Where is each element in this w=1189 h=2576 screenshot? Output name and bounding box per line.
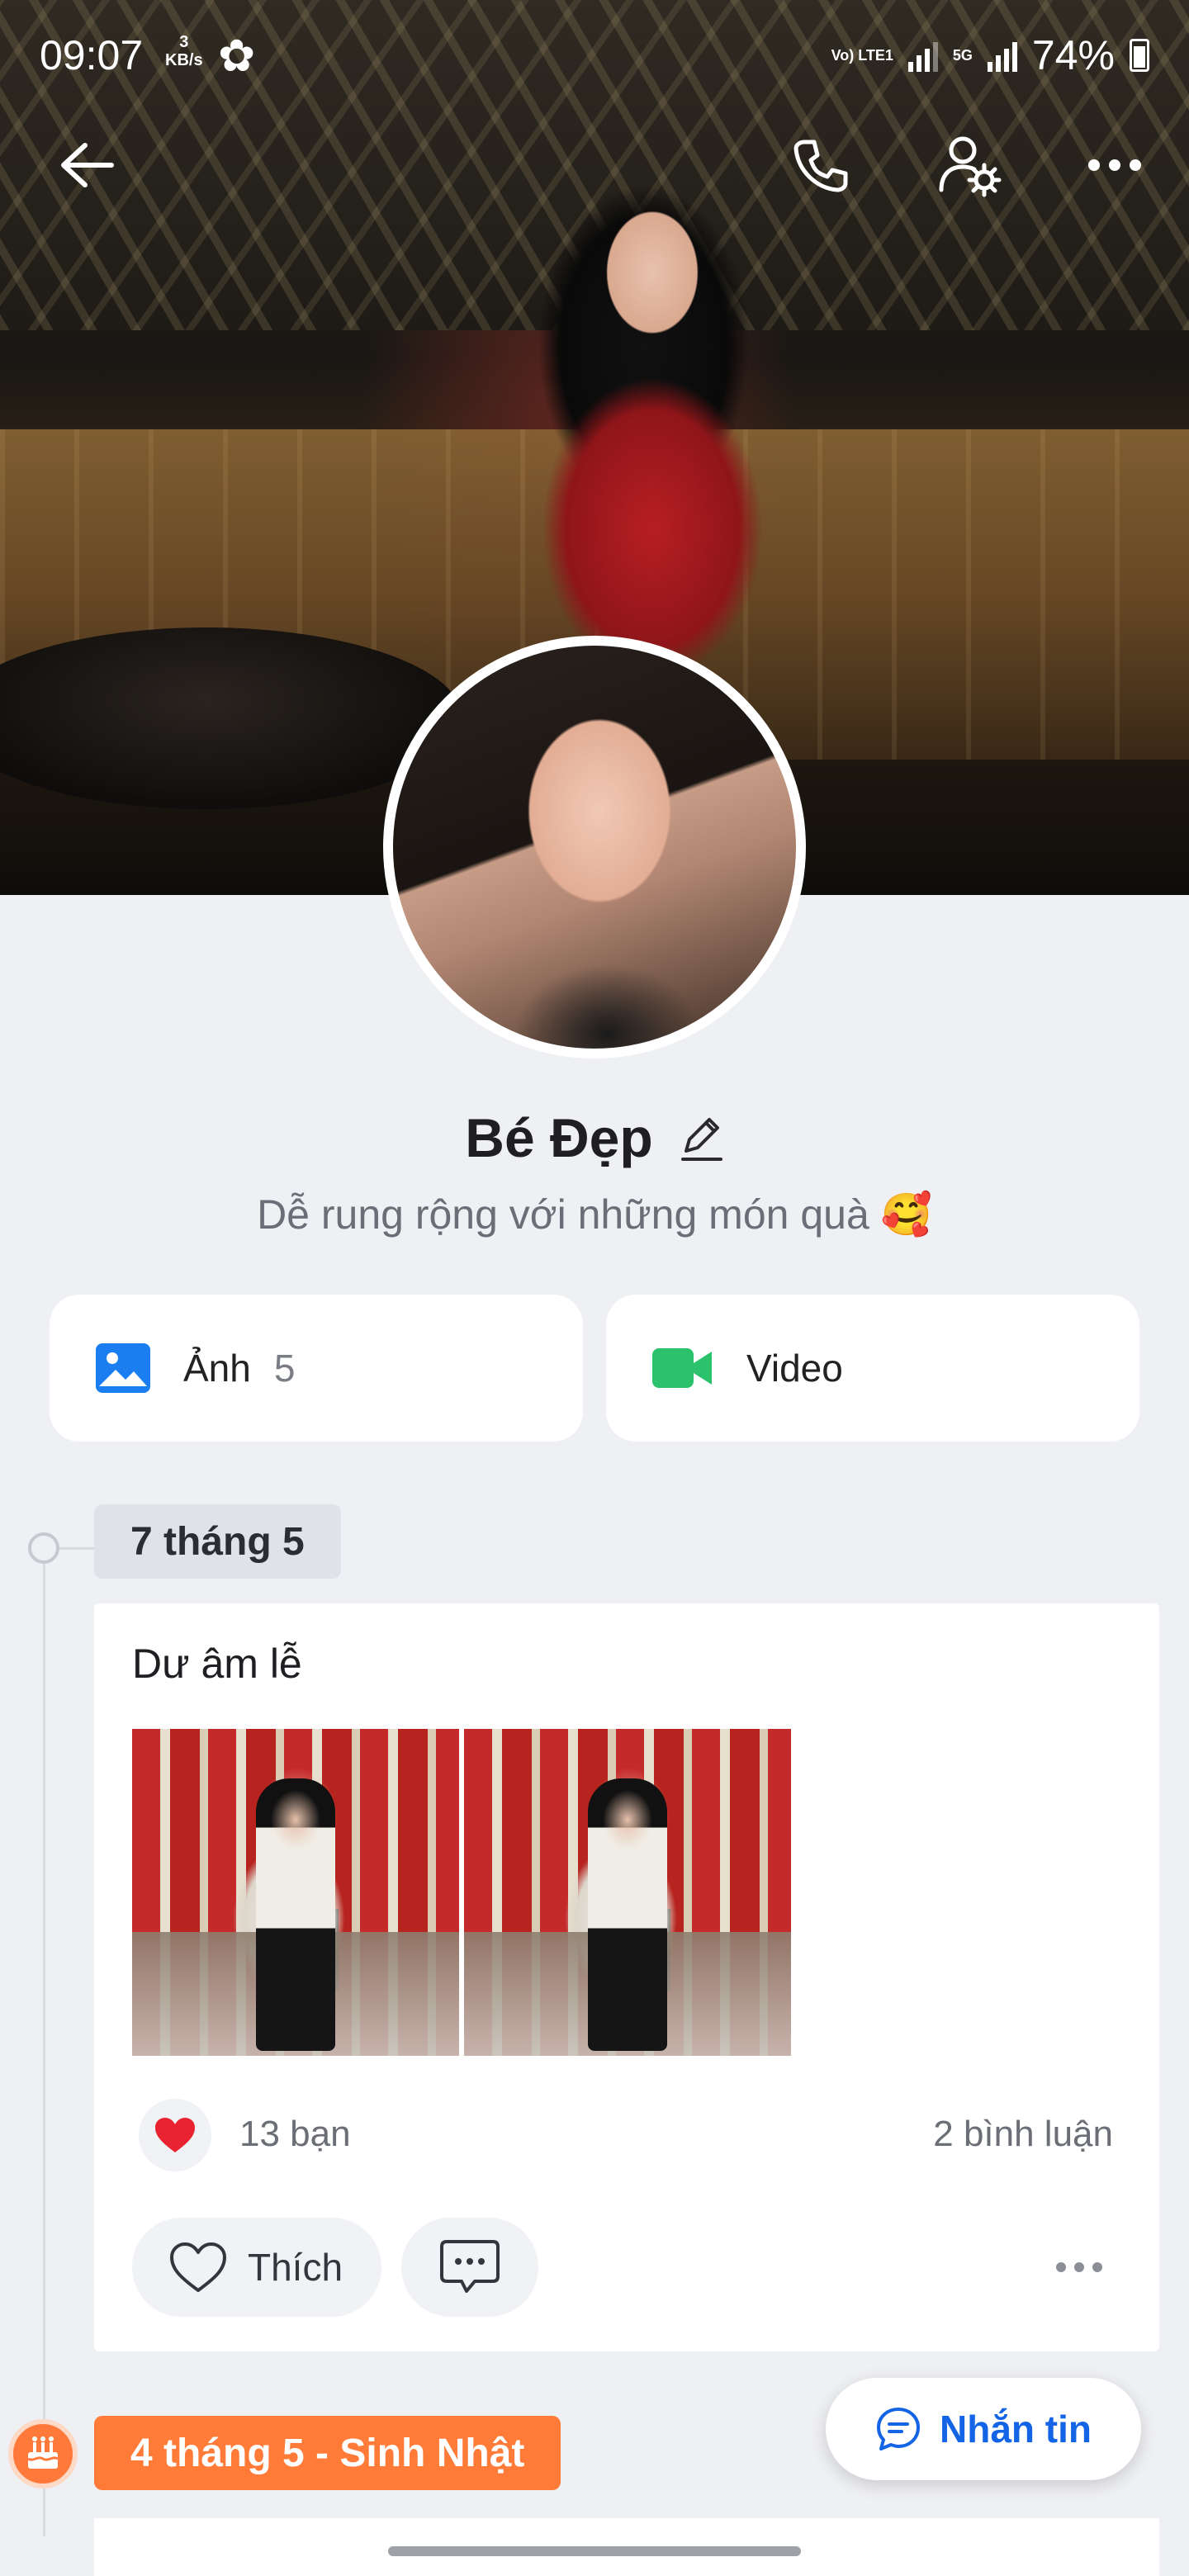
photos-count: 5 bbox=[273, 1347, 296, 1390]
battery-icon bbox=[1130, 39, 1149, 72]
heart-filled-icon bbox=[155, 2118, 195, 2152]
post-image-1[interactable] bbox=[132, 1729, 459, 2056]
net-speed: 3 KB/s bbox=[165, 33, 203, 69]
like-label: Thích bbox=[248, 2246, 343, 2289]
home-indicator[interactable] bbox=[388, 2546, 801, 2556]
more-options-button[interactable] bbox=[1073, 124, 1156, 206]
reaction-count[interactable]: 13 bạn bbox=[239, 2114, 351, 2155]
action-row: Thích bbox=[132, 2218, 1123, 2317]
heart-outline-icon bbox=[170, 2242, 226, 2292]
video-button[interactable]: Video bbox=[606, 1295, 1139, 1442]
signal-icon-2 bbox=[987, 39, 1017, 72]
comment-button[interactable] bbox=[401, 2218, 538, 2317]
status-time: 09:07 bbox=[40, 32, 144, 78]
timeline-line bbox=[43, 1546, 45, 2536]
like-button[interactable]: Thích bbox=[132, 2218, 381, 2317]
volte-tag: Vo) LTE1 bbox=[831, 47, 893, 64]
photo-icon bbox=[96, 1343, 150, 1393]
comment-count[interactable]: 2 bình luận bbox=[933, 2114, 1113, 2155]
reaction-heart[interactable] bbox=[139, 2099, 211, 2171]
message-label: Nhắn tin bbox=[940, 2408, 1092, 2451]
photos-label: Ảnh bbox=[183, 1347, 251, 1390]
more-dots-icon bbox=[1088, 159, 1141, 171]
signal-icon bbox=[907, 39, 938, 72]
message-button[interactable]: Nhắn tin bbox=[826, 2378, 1141, 2480]
back-arrow-icon bbox=[61, 143, 114, 187]
photos-button[interactable]: Ảnh 5 bbox=[50, 1295, 583, 1442]
post-more-button[interactable] bbox=[1042, 2242, 1116, 2292]
status-right: Vo) LTE1 5G 74% bbox=[831, 31, 1149, 79]
call-button[interactable] bbox=[779, 124, 862, 206]
comment-icon bbox=[440, 2240, 500, 2293]
user-settings-icon bbox=[939, 136, 1002, 197]
profile-settings-button[interactable] bbox=[928, 124, 1011, 206]
post-card[interactable]: Dư âm lễ 13 bạn 2 bình luận Thích bbox=[94, 1603, 1159, 2351]
post-image-2[interactable] bbox=[464, 1729, 791, 2056]
5g-tag: 5G bbox=[952, 47, 973, 64]
profile-bio: Dễ rung rộng với những món quà 🥰 bbox=[257, 1191, 932, 1238]
phone-icon bbox=[793, 140, 848, 192]
top-nav bbox=[0, 124, 1189, 206]
date-chip: 7 tháng 5 bbox=[94, 1504, 341, 1579]
post-text: Dư âm lễ bbox=[132, 1641, 302, 1687]
edit-pencil-icon[interactable] bbox=[678, 1113, 724, 1163]
profile-name: Bé Đẹp bbox=[465, 1107, 653, 1168]
timeline-connector bbox=[59, 1547, 94, 1550]
birthday-date-chip: 4 tháng 5 - Sinh Nhật bbox=[94, 2416, 561, 2490]
avatar[interactable] bbox=[383, 636, 806, 1058]
back-button[interactable] bbox=[45, 124, 127, 206]
chat-bubble-icon bbox=[877, 2408, 920, 2451]
video-label: Video bbox=[746, 1347, 843, 1390]
flower-icon: ✿ bbox=[218, 31, 256, 81]
timeline-dot bbox=[28, 1532, 59, 1564]
birthday-cake-icon bbox=[8, 2419, 78, 2488]
status-bar: 09:07 3 KB/s ✿ Vo) LTE1 5G 74% bbox=[0, 0, 1189, 112]
profile-name-row: Bé Đẹp bbox=[0, 1106, 1189, 1169]
video-icon bbox=[652, 1348, 712, 1388]
reaction-row: 13 bạn 2 bình luận bbox=[132, 2099, 1123, 2173]
battery-percent: 74% bbox=[1031, 32, 1115, 78]
